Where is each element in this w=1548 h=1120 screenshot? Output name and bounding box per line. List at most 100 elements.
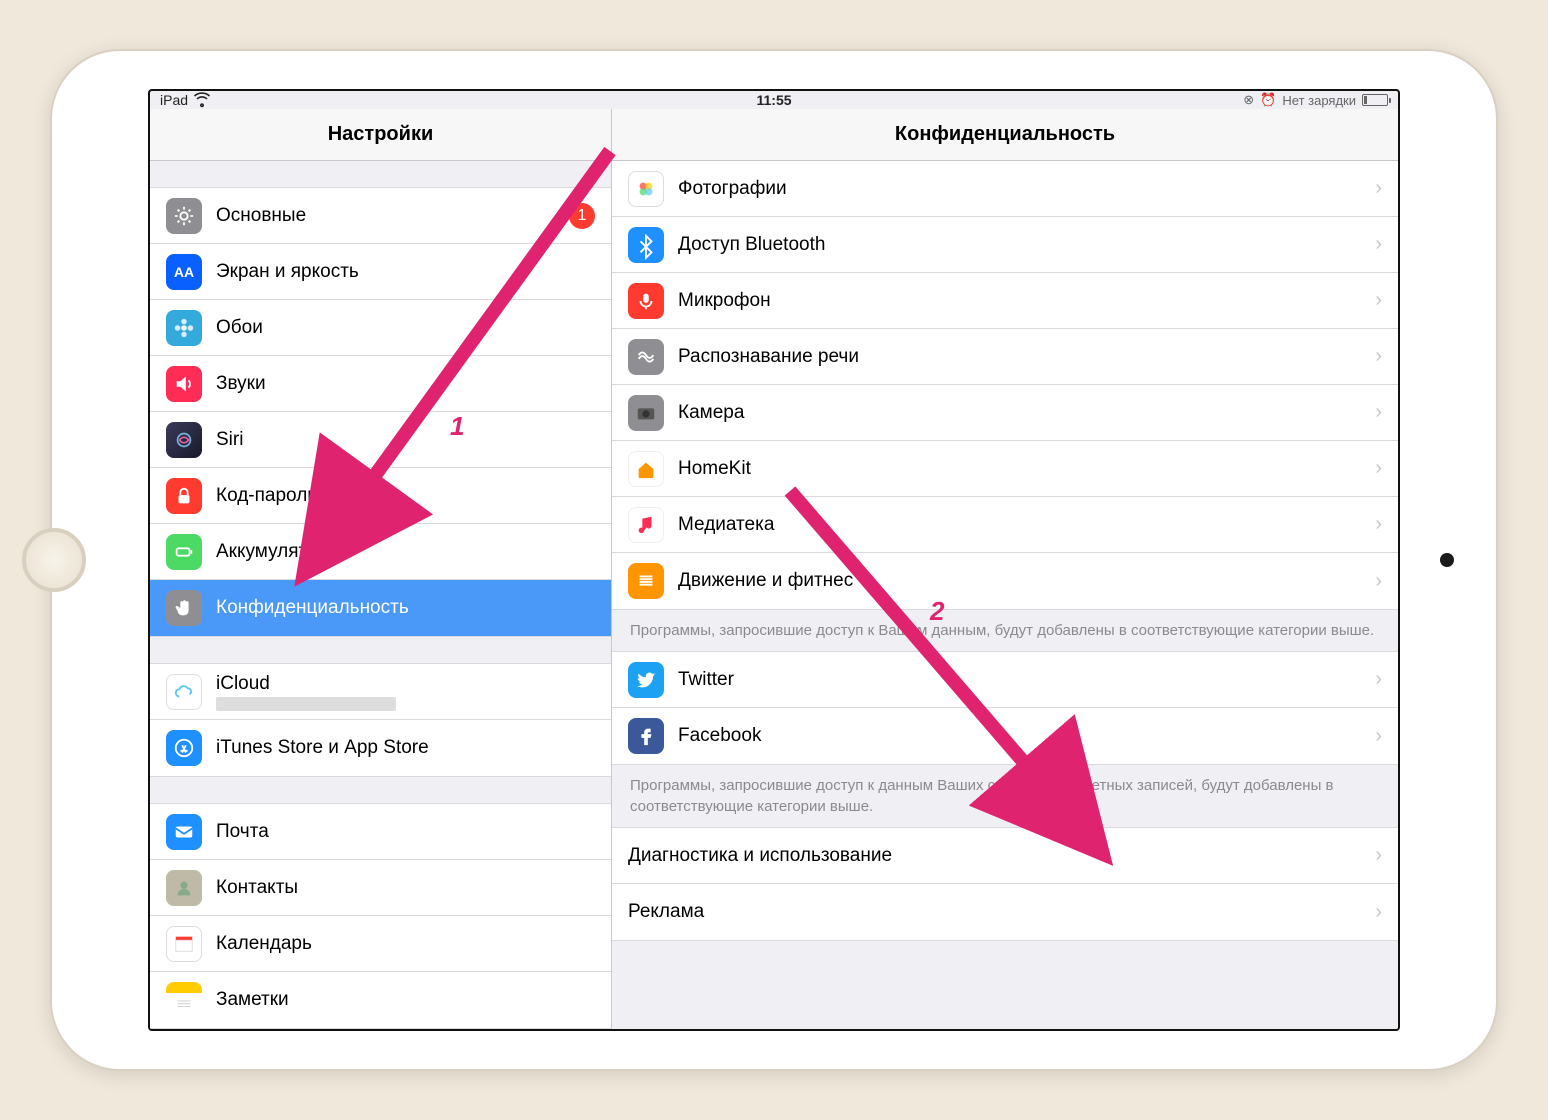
row-label: iCloud [216,673,396,695]
battery-icon [1362,94,1388,106]
alarm-icon: ⏰ [1260,92,1276,108]
annotation-2: 2 [930,596,944,627]
chevron-right-icon: › [1375,844,1382,867]
flower-icon [166,310,202,346]
appstore-icon [166,730,202,766]
ipad-frame: iPad 11:55 ⊗ ⏰ Нет зарядки Настройки Осн… [50,49,1498,1071]
detail-pane: Конфиденциальность Фотографии›Доступ Blu… [612,109,1398,1029]
row-Фотографии[interactable]: Фотографии › [612,161,1398,217]
home-button[interactable] [22,528,86,592]
row-label: Обои [216,317,263,338]
front-camera [1440,553,1454,567]
row-privacy[interactable]: Конфиденциальность [150,580,611,636]
speaker-icon [166,366,202,402]
contacts-icon [166,870,202,906]
row-general[interactable]: Основные 1 [150,188,611,244]
footer-a: Программы, запросившие доступ к Вашим да… [612,610,1398,651]
chevron-right-icon: › [1375,233,1382,256]
row-label: Диагностика и использование [628,845,892,866]
status-bar: iPad 11:55 ⊗ ⏰ Нет зарядки [150,91,1398,109]
chevron-right-icon: › [1375,901,1382,924]
row-label: Реклама [628,901,704,922]
row-Камера[interactable]: Камера › [612,385,1398,441]
battery-icon [166,534,202,570]
row-sounds[interactable]: Звуки [150,356,611,412]
row-label: Siri [216,429,243,450]
settings-sidebar: Настройки Основные 1 AA Экран и яркость Обои… [150,109,612,1029]
row-label: Основные [216,205,306,226]
mic-icon [628,283,664,319]
row-label: Facebook [678,725,761,746]
chevron-right-icon: › [1375,177,1382,200]
row-display[interactable]: AA Экран и яркость [150,244,611,300]
camera-icon [628,395,664,431]
row-label: Код-пароль [216,485,317,506]
chevron-right-icon: › [1375,401,1382,424]
battery-text: Нет зарядки [1282,93,1356,108]
sidebar-title: Настройки [150,109,611,161]
wifi-icon [194,92,210,108]
row-Доступ Bluetooth[interactable]: Доступ Bluetooth› [612,217,1398,273]
orientation-lock-icon: ⊗ [1243,92,1254,108]
row-label: iTunes Store и App Store [216,737,429,758]
row-label: Конфиденциальность [216,597,409,618]
home-icon [628,451,664,487]
speech-icon [628,339,664,375]
row-subtitle-redacted [216,697,396,711]
row-mail[interactable]: Почта [150,804,611,860]
row-label: Заметки [216,989,289,1010]
row-label: Звуки [216,373,266,394]
row-HomeKit[interactable]: HomeKit › [612,441,1398,497]
row-contacts[interactable]: Контакты [150,860,611,916]
chevron-right-icon: › [1375,345,1382,368]
row-label: Медиатека [678,514,774,535]
row-label: Камера [678,402,744,423]
row-Facebook[interactable]: Facebook › [612,708,1398,764]
row-Диагностика и использование[interactable]: Диагностика и использование › [612,828,1398,884]
photos-icon [628,171,664,207]
chevron-right-icon: › [1375,513,1382,536]
row-passcode[interactable]: Код-пароль [150,468,611,524]
row-label: Микрофон [678,290,771,311]
chevron-right-icon: › [1375,668,1382,691]
row-battery[interactable]: Аккумулятор [150,524,611,580]
row-label: Экран и яркость [216,261,359,282]
chevron-right-icon: › [1375,725,1382,748]
row-icloud[interactable]: iCloud [150,664,611,720]
row-appstore[interactable]: iTunes Store и App Store [150,720,611,776]
row-siri[interactable]: Siri [150,412,611,468]
row-label: Twitter [678,669,734,690]
row-label: HomeKit [678,458,751,479]
row-notes[interactable]: Заметки [150,972,611,1028]
music-icon [628,507,664,543]
clock: 11:55 [756,92,791,108]
gear-icon [166,198,202,234]
row-label: Распознавание речи [678,346,859,367]
facebook-icon [628,718,664,754]
row-label: Почта [216,821,269,842]
row-Реклама[interactable]: Реклама › [612,884,1398,940]
fitness-icon [628,563,664,599]
chevron-right-icon: › [1375,457,1382,480]
row-Twitter[interactable]: Twitter › [612,652,1398,708]
hand-icon [166,590,202,626]
row-Микрофон[interactable]: Микрофон› [612,273,1398,329]
row-label: Контакты [216,877,298,898]
row-Движение и фитнес[interactable]: Движение и фитнес› [612,553,1398,609]
row-label: Аккумулятор [216,541,328,562]
badge: 1 [569,203,595,229]
row-Медиатека[interactable]: Медиатека › [612,497,1398,553]
bluetooth-icon [628,227,664,263]
screen: iPad 11:55 ⊗ ⏰ Нет зарядки Настройки Осн… [148,89,1400,1031]
row-wallpaper[interactable]: Обои [150,300,611,356]
row-label: Фотографии [678,178,787,199]
annotation-1: 1 [450,411,464,442]
footer-b: Программы, запросившие доступ к данным В… [612,765,1398,827]
calendar-icon [166,926,202,962]
AA-icon: AA [166,254,202,290]
lock-icon [166,478,202,514]
row-label: Календарь [216,933,312,954]
row-calendar[interactable]: Календарь [150,916,611,972]
siri-icon [166,422,202,458]
row-Распознавание речи[interactable]: Распознавание речи › [612,329,1398,385]
